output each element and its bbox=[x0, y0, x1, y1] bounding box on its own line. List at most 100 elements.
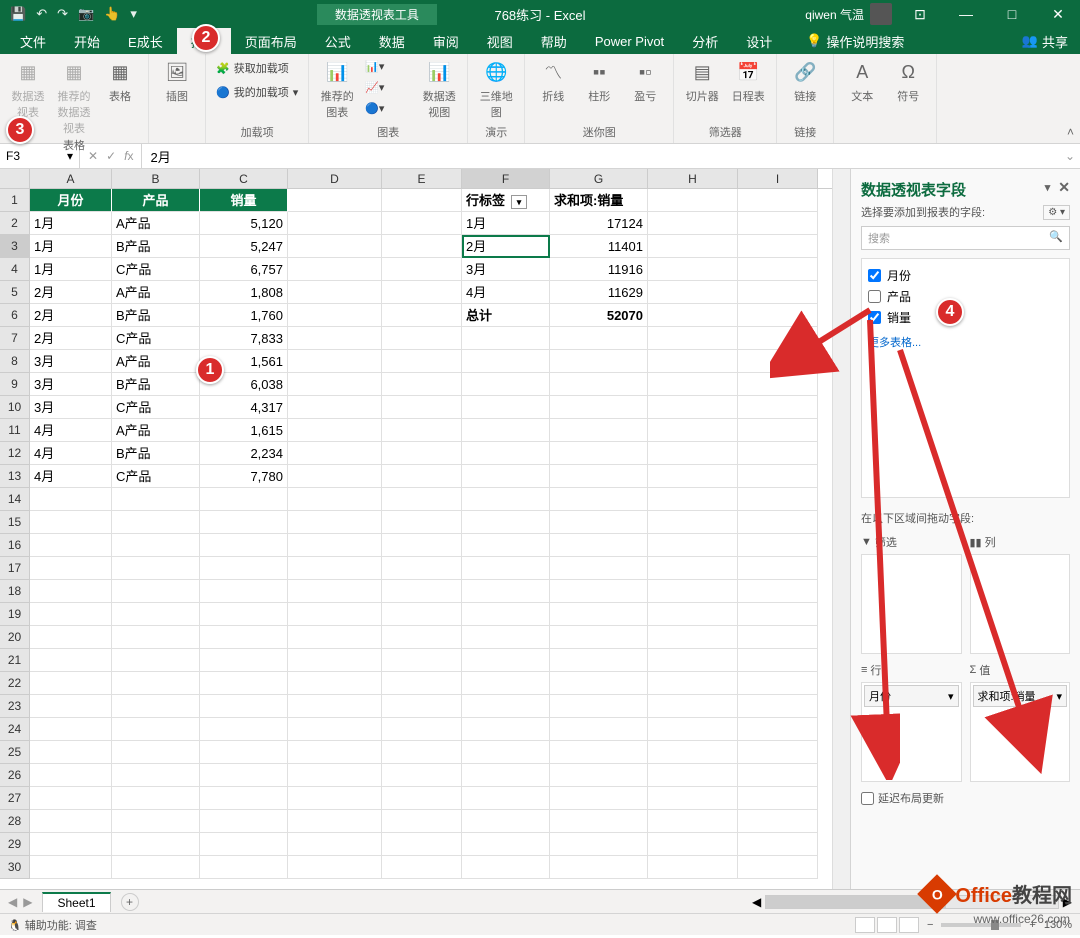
row-header[interactable]: 11 bbox=[0, 419, 30, 442]
row-header[interactable]: 6 bbox=[0, 304, 30, 327]
cell[interactable] bbox=[288, 419, 382, 442]
cell[interactable]: 求和项:销量 bbox=[550, 189, 648, 212]
row-header[interactable]: 14 bbox=[0, 488, 30, 511]
cell[interactable]: 1,808 bbox=[200, 281, 288, 304]
defer-checkbox[interactable] bbox=[861, 792, 874, 805]
tab-egrow[interactable]: E成长 bbox=[114, 28, 177, 55]
accessibility-status[interactable]: 🐧 辅助功能: 调查 bbox=[8, 917, 97, 933]
scroll-left-icon[interactable]: ◀ bbox=[752, 895, 761, 909]
cell[interactable] bbox=[112, 557, 200, 580]
cell[interactable] bbox=[382, 442, 462, 465]
cell[interactable] bbox=[288, 856, 382, 879]
symbol-button[interactable]: Ω符号 bbox=[888, 58, 928, 104]
cell[interactable] bbox=[382, 557, 462, 580]
area-item[interactable]: 月份▾ bbox=[864, 685, 959, 707]
cell[interactable] bbox=[738, 327, 818, 350]
cell[interactable]: 月份 bbox=[30, 189, 112, 212]
cell[interactable] bbox=[382, 350, 462, 373]
cell[interactable] bbox=[112, 534, 200, 557]
cell[interactable] bbox=[738, 212, 818, 235]
cell[interactable] bbox=[200, 580, 288, 603]
cell[interactable] bbox=[30, 810, 112, 833]
cell[interactable] bbox=[738, 695, 818, 718]
cell[interactable] bbox=[738, 350, 818, 373]
tab-layout[interactable]: 页面布局 bbox=[231, 28, 311, 55]
cell[interactable]: 4,317 bbox=[200, 396, 288, 419]
cell[interactable] bbox=[550, 649, 648, 672]
row-header[interactable]: 29 bbox=[0, 833, 30, 856]
camera-icon[interactable]: 📷 bbox=[78, 6, 94, 22]
field-search-input[interactable]: 搜索 🔍 bbox=[861, 226, 1070, 250]
add-sheet-button[interactable]: + bbox=[121, 893, 139, 911]
cell[interactable] bbox=[112, 810, 200, 833]
cell[interactable]: 1月 bbox=[30, 212, 112, 235]
pivot-chart-button[interactable]: 📊数据透视图 bbox=[419, 58, 459, 120]
cell[interactable] bbox=[288, 350, 382, 373]
cell[interactable] bbox=[288, 741, 382, 764]
field-checkbox[interactable] bbox=[868, 311, 881, 324]
cell[interactable] bbox=[30, 511, 112, 534]
cell[interactable] bbox=[550, 764, 648, 787]
worksheet[interactable]: A B C D E F G H I 1月份产品销量行标签▾求和项:销量21月A产… bbox=[0, 169, 832, 889]
cell[interactable] bbox=[648, 419, 738, 442]
cell[interactable] bbox=[112, 764, 200, 787]
field-checkbox[interactable] bbox=[868, 290, 881, 303]
cell[interactable] bbox=[200, 695, 288, 718]
my-addins-button[interactable]: 🔵我的加载项 ▾ bbox=[214, 82, 300, 102]
cell[interactable]: 6,757 bbox=[200, 258, 288, 281]
cell[interactable]: 7,780 bbox=[200, 465, 288, 488]
cell[interactable]: 2月 bbox=[30, 327, 112, 350]
tab-home[interactable]: 开始 bbox=[60, 28, 114, 55]
cell[interactable]: 3月 bbox=[30, 373, 112, 396]
cell[interactable] bbox=[550, 787, 648, 810]
cell[interactable] bbox=[462, 741, 550, 764]
cell[interactable] bbox=[30, 534, 112, 557]
row-header[interactable]: 4 bbox=[0, 258, 30, 281]
col-header[interactable]: G bbox=[550, 169, 648, 188]
cell[interactable] bbox=[648, 695, 738, 718]
cell[interactable] bbox=[738, 626, 818, 649]
get-addins-button[interactable]: 🧩获取加载项 bbox=[214, 58, 300, 78]
row-header[interactable]: 21 bbox=[0, 649, 30, 672]
col-header[interactable]: D bbox=[288, 169, 382, 188]
sparkline-line-button[interactable]: 〽折线 bbox=[533, 58, 573, 104]
cell[interactable] bbox=[648, 304, 738, 327]
cell[interactable] bbox=[550, 327, 648, 350]
slicer-button[interactable]: ▤切片器 bbox=[682, 58, 722, 104]
cell[interactable] bbox=[462, 856, 550, 879]
vertical-scrollbar[interactable] bbox=[832, 169, 850, 889]
illustrations-button[interactable]: 🖼插图 bbox=[157, 58, 197, 104]
cell[interactable] bbox=[288, 327, 382, 350]
cell[interactable]: B产品 bbox=[112, 304, 200, 327]
cell[interactable] bbox=[382, 580, 462, 603]
cell[interactable] bbox=[648, 718, 738, 741]
cell[interactable] bbox=[738, 764, 818, 787]
cell[interactable] bbox=[462, 672, 550, 695]
cell[interactable] bbox=[288, 212, 382, 235]
tab-data[interactable]: 数据 bbox=[365, 28, 419, 55]
table-button[interactable]: ▦表格 bbox=[100, 58, 140, 104]
fx-icon[interactable]: fx bbox=[124, 149, 133, 163]
cell[interactable]: C产品 bbox=[112, 327, 200, 350]
cell[interactable] bbox=[382, 419, 462, 442]
cell[interactable] bbox=[288, 442, 382, 465]
cell[interactable] bbox=[550, 741, 648, 764]
cell[interactable] bbox=[200, 488, 288, 511]
cell[interactable] bbox=[200, 856, 288, 879]
cell[interactable] bbox=[288, 718, 382, 741]
cell[interactable] bbox=[550, 350, 648, 373]
chart-type-button[interactable]: 📈▾ bbox=[363, 79, 413, 96]
cell[interactable] bbox=[200, 718, 288, 741]
dropdown-icon[interactable]: ▾ bbox=[948, 690, 954, 703]
cell[interactable] bbox=[30, 787, 112, 810]
row-header[interactable]: 23 bbox=[0, 695, 30, 718]
select-all-button[interactable] bbox=[0, 169, 30, 188]
cell[interactable] bbox=[648, 833, 738, 856]
cell[interactable] bbox=[112, 488, 200, 511]
cell[interactable] bbox=[738, 442, 818, 465]
rows-area[interactable]: 月份▾ bbox=[861, 682, 962, 782]
more-tables-link[interactable]: 更多表格... bbox=[868, 334, 1063, 350]
cell[interactable] bbox=[382, 235, 462, 258]
cell[interactable] bbox=[462, 695, 550, 718]
text-button[interactable]: A文本 bbox=[842, 58, 882, 104]
